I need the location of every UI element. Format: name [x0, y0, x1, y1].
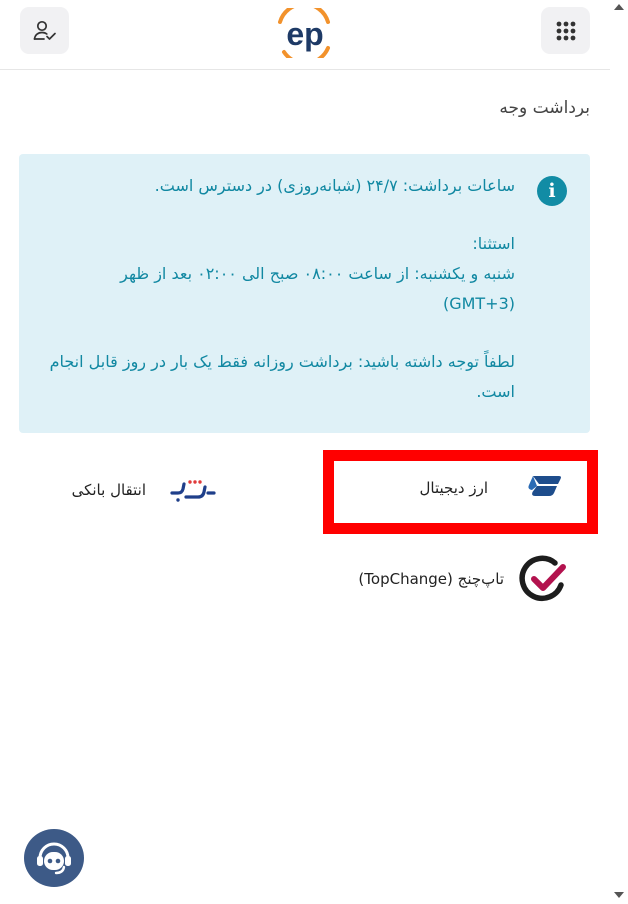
support-bot-icon — [37, 842, 71, 875]
info-icon: i — [537, 176, 567, 206]
user-check-icon — [33, 20, 56, 40]
scrollbar[interactable] — [610, 0, 628, 904]
apps-menu-button[interactable] — [541, 7, 590, 54]
exception-text: شنبه و یکشنبه: از ساعت ۰۸:۰۰ صبح الی ۰۲:… — [120, 264, 515, 313]
support-chat-button[interactable] — [24, 829, 84, 887]
scroll-down-arrow-icon[interactable] — [614, 892, 624, 898]
highlight-box — [323, 450, 598, 534]
top-header: ep — [0, 0, 610, 70]
logo-text: ep — [286, 16, 323, 52]
info-box: i ساعات برداشت: ۲۴/۷ (شبانه‌روزی) در دست… — [19, 154, 590, 433]
withdrawal-hours-text: ساعات برداشت: ۲۴/۷ (شبانه‌روزی) در دسترس… — [154, 176, 515, 195]
scroll-up-arrow-icon[interactable] — [614, 4, 624, 10]
daily-limit-note: لطفاً توجه داشته باشید: برداشت روزانه فق… — [49, 352, 515, 401]
grid-menu-icon — [556, 21, 575, 40]
brand-logo[interactable]: ep — [270, 2, 340, 66]
method-topchange[interactable]: تاپ‌چنج (TopChange) — [312, 554, 572, 604]
shaba-icon — [168, 477, 216, 503]
method-bank-transfer-label: انتقال بانکی — [71, 481, 146, 499]
info-text: ساعات برداشت: ۲۴/۷ (شبانه‌روزی) در دسترس… — [45, 171, 515, 407]
topchange-icon — [518, 554, 572, 604]
method-topchange-label: تاپ‌چنج (TopChange) — [358, 570, 504, 588]
method-bank-transfer[interactable]: انتقال بانکی — [54, 473, 216, 507]
profile-button[interactable] — [20, 7, 69, 54]
exception-title: استثنا: — [472, 234, 515, 253]
page-title: برداشت وجه — [499, 98, 590, 118]
